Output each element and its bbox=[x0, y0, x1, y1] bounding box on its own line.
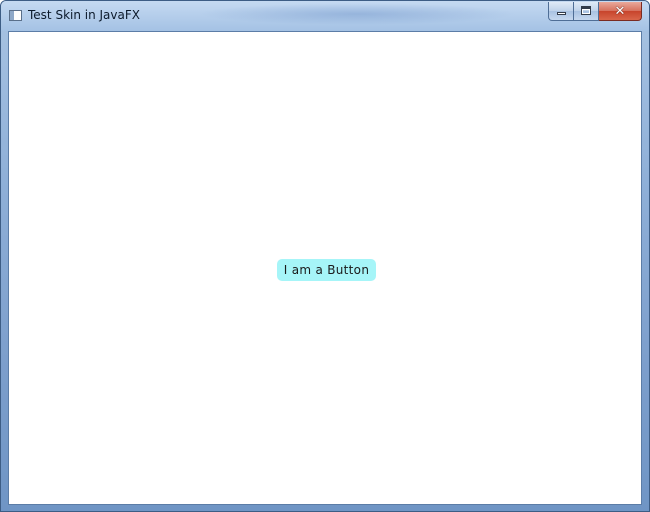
application-window: Test Skin in JavaFX ✕ I am a Button bbox=[0, 0, 650, 512]
close-icon: ✕ bbox=[614, 3, 626, 19]
window-app-icon[interactable] bbox=[9, 10, 22, 21]
caption-buttons: ✕ bbox=[548, 2, 642, 21]
maximize-icon bbox=[581, 6, 591, 15]
window-title: Test Skin in JavaFX bbox=[28, 8, 140, 22]
scene-content-area: I am a Button bbox=[8, 31, 642, 505]
title-bar-background-blur bbox=[197, 3, 517, 25]
minimize-icon bbox=[557, 12, 566, 15]
i-am-a-button[interactable]: I am a Button bbox=[277, 259, 376, 281]
close-button[interactable]: ✕ bbox=[599, 2, 642, 21]
title-bar[interactable]: Test Skin in JavaFX ✕ bbox=[1, 1, 649, 31]
minimize-button[interactable] bbox=[548, 2, 574, 21]
maximize-button[interactable] bbox=[574, 2, 599, 21]
